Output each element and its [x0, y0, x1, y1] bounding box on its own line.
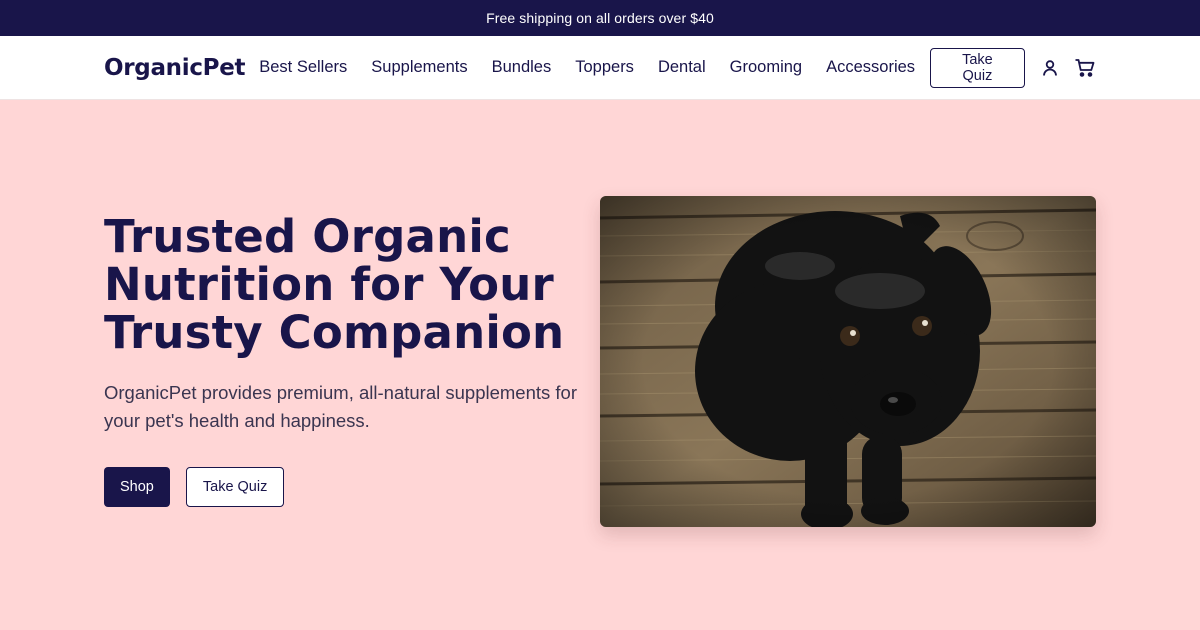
puppy-photo-illustration: [600, 196, 1096, 527]
hero-subtitle-line: your pet's health and happiness.: [104, 410, 370, 431]
hero-take-quiz-button[interactable]: Take Quiz: [185, 467, 285, 507]
shop-button[interactable]: Shop: [104, 467, 170, 507]
nav-link-best-sellers[interactable]: Best Sellers: [259, 58, 347, 77]
nav-link-supplements[interactable]: Supplements: [371, 58, 467, 77]
nav-link-toppers[interactable]: Toppers: [575, 58, 634, 77]
cart-icon[interactable]: [1073, 56, 1096, 80]
nav-link-accessories[interactable]: Accessories: [826, 58, 915, 77]
user-icon[interactable]: [1039, 56, 1062, 80]
hero-text-block: Trusted Organic Nutrition for Your Trust…: [104, 213, 604, 507]
announcement-text: Free shipping on all orders over $40: [486, 10, 714, 26]
hero-title-line: Trusty Companion: [104, 306, 565, 359]
hero-puppy-image: [600, 196, 1096, 527]
header-take-quiz-button[interactable]: Take Quiz: [930, 47, 1025, 88]
main-nav: Best Sellers Supplements Bundles Toppers…: [259, 58, 930, 77]
hero-title-line: Trusted Organic: [104, 210, 511, 263]
hero-title: Trusted Organic Nutrition for Your Trust…: [104, 213, 604, 357]
hero-subtitle-line: OrganicPet provides premium, all-natural…: [104, 382, 577, 403]
logo[interactable]: OrganicPet: [104, 55, 246, 81]
nav-link-dental[interactable]: Dental: [658, 58, 706, 77]
hero-title-line: Nutrition for Your: [104, 258, 554, 311]
announcement-bar: Free shipping on all orders over $40: [0, 0, 1200, 36]
hero-subtitle: OrganicPet provides premium, all-natural…: [104, 379, 599, 435]
nav-link-grooming[interactable]: Grooming: [730, 58, 802, 77]
nav-link-bundles[interactable]: Bundles: [492, 58, 552, 77]
site-header: OrganicPet Best Sellers Supplements Bund…: [0, 36, 1200, 100]
hero-section: Trusted Organic Nutrition for Your Trust…: [0, 100, 1200, 630]
hero-cta-row: Shop Take Quiz: [104, 467, 604, 507]
